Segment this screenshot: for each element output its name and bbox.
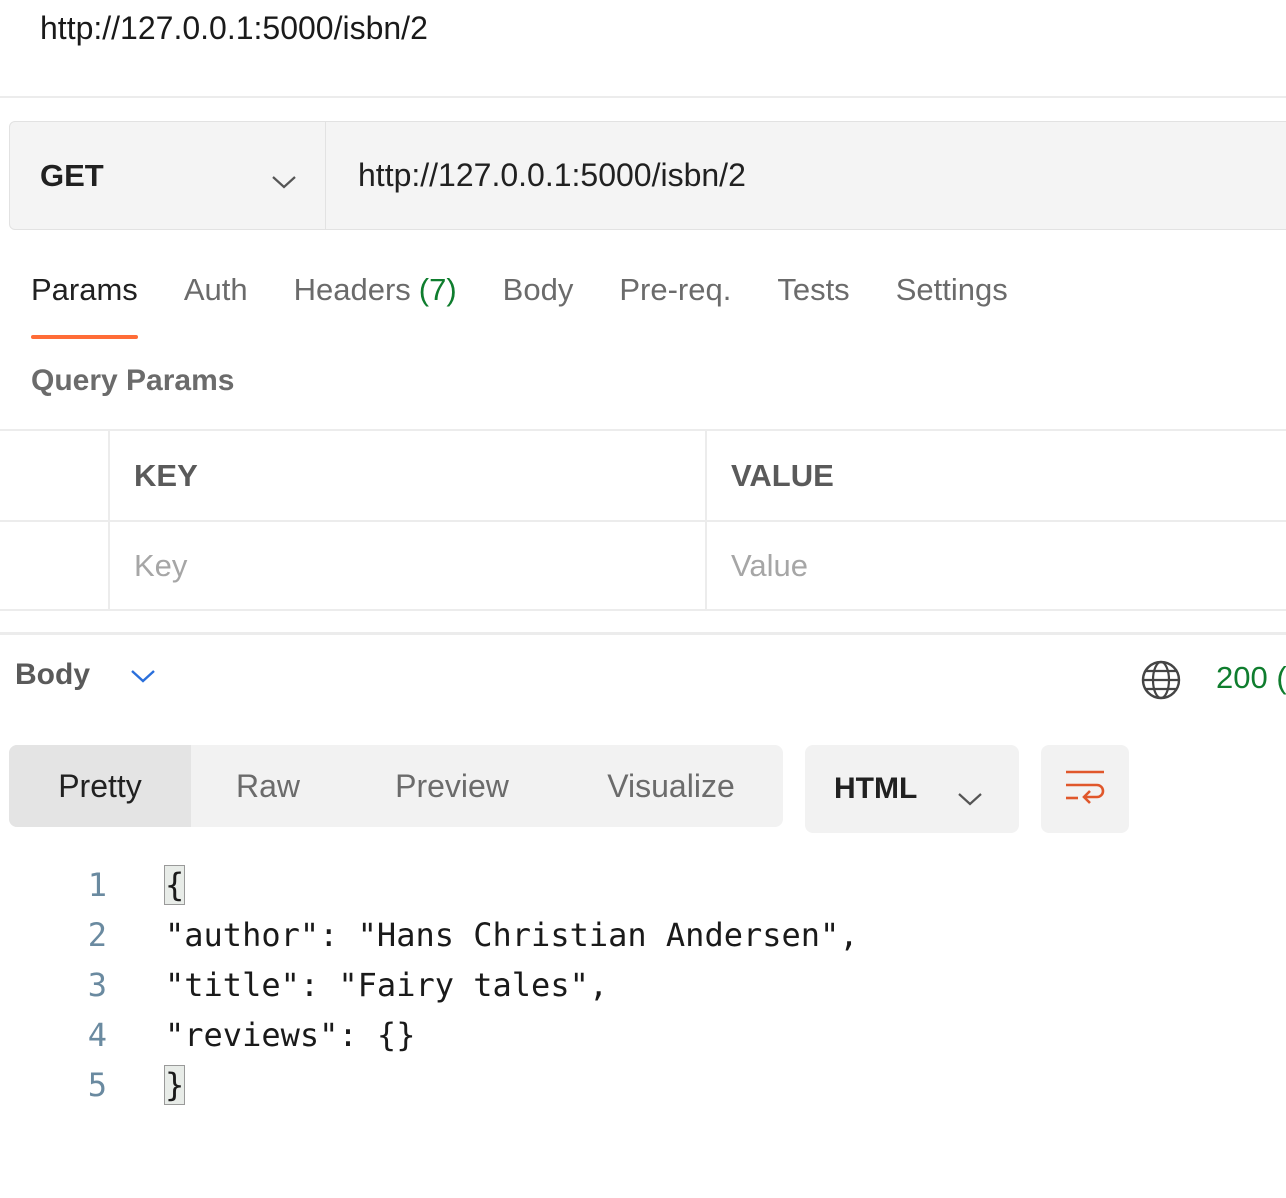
params-header-row: KEY VALUE [0, 429, 1286, 520]
code-text: "author": "Hans Christian Andersen", [165, 916, 859, 954]
line-number: 1 [87, 866, 107, 904]
response-code: 1 { 2 "author": "Hans Christian Andersen… [0, 860, 859, 1110]
line-number: 4 [87, 1016, 107, 1054]
params-row-checkbox[interactable] [0, 522, 110, 609]
chevron-down-icon [271, 162, 297, 198]
url-input[interactable]: http://127.0.0.1:5000/isbn/2 [326, 122, 1286, 229]
tab-params[interactable]: Params [31, 272, 138, 339]
params-empty-row: Key Value [0, 520, 1286, 611]
code-line: 4 "reviews": {} [0, 1010, 859, 1060]
response-divider [0, 632, 1286, 635]
tab-headers-label: Headers [293, 272, 411, 307]
query-params-table: KEY VALUE Key Value [0, 429, 1286, 611]
wrap-lines-icon [1063, 767, 1107, 812]
wrap-lines-button[interactable] [1041, 745, 1129, 833]
code-text: "title": "Fairy tales", [165, 966, 609, 1004]
status-code[interactable]: 200 ( [1216, 660, 1286, 696]
query-params-title: Query Params [31, 364, 235, 397]
view-tab-visualize[interactable]: Visualize [559, 745, 783, 827]
code-text: "reviews": {} [165, 1016, 416, 1054]
value-column-header: VALUE [731, 457, 834, 493]
request-name: http://127.0.0.1:5000/isbn/2 [40, 10, 428, 46]
line-number: 3 [87, 966, 107, 1004]
headers-count-badge: (7) [418, 272, 457, 307]
tab-body[interactable]: Body [503, 272, 574, 332]
method-select[interactable]: GET [10, 122, 326, 229]
code-line: 5 } [0, 1060, 859, 1110]
tab-headers[interactable]: Headers (7) [294, 272, 457, 332]
view-tab-raw[interactable]: Raw [191, 745, 345, 827]
request-tabs: Params Auth Headers (7) Body Pre-req. Tes… [31, 272, 1054, 342]
matched-brace: { [163, 865, 186, 905]
key-column-header: KEY [110, 431, 707, 520]
line-number: 5 [87, 1066, 107, 1104]
format-select[interactable]: HTML [805, 745, 1019, 833]
globe-icon[interactable] [1140, 659, 1182, 706]
param-key-input[interactable]: Key [110, 522, 707, 609]
view-tab-preview[interactable]: Preview [345, 745, 559, 827]
line-number: 2 [87, 916, 107, 954]
response-header[interactable]: Body [15, 658, 156, 692]
tab-tests[interactable]: Tests [777, 272, 849, 332]
tab-prereq[interactable]: Pre-req. [619, 272, 731, 332]
code-line: 3 "title": "Fairy tales", [0, 960, 859, 1010]
view-tab-pretty[interactable]: Pretty [9, 745, 191, 827]
tab-auth[interactable]: Auth [184, 272, 248, 332]
response-body-title: Body [15, 658, 90, 691]
matched-brace: } [163, 1065, 186, 1105]
params-check-column [0, 431, 110, 520]
header-divider [0, 96, 1286, 98]
response-view-tabs: Pretty Raw Preview Visualize [9, 745, 783, 827]
chevron-down-icon [130, 668, 156, 689]
code-line: 1 { [0, 860, 859, 910]
format-label: HTML [834, 772, 918, 805]
chevron-down-icon [957, 781, 983, 815]
param-value-input[interactable]: Value [707, 522, 1286, 609]
code-line: 2 "author": "Hans Christian Andersen", [0, 910, 859, 960]
code-text: { [163, 865, 186, 905]
url-bar: GET http://127.0.0.1:5000/isbn/2 [9, 121, 1286, 230]
tab-settings[interactable]: Settings [896, 272, 1008, 332]
method-label: GET [40, 157, 104, 193]
code-text: } [163, 1065, 186, 1105]
